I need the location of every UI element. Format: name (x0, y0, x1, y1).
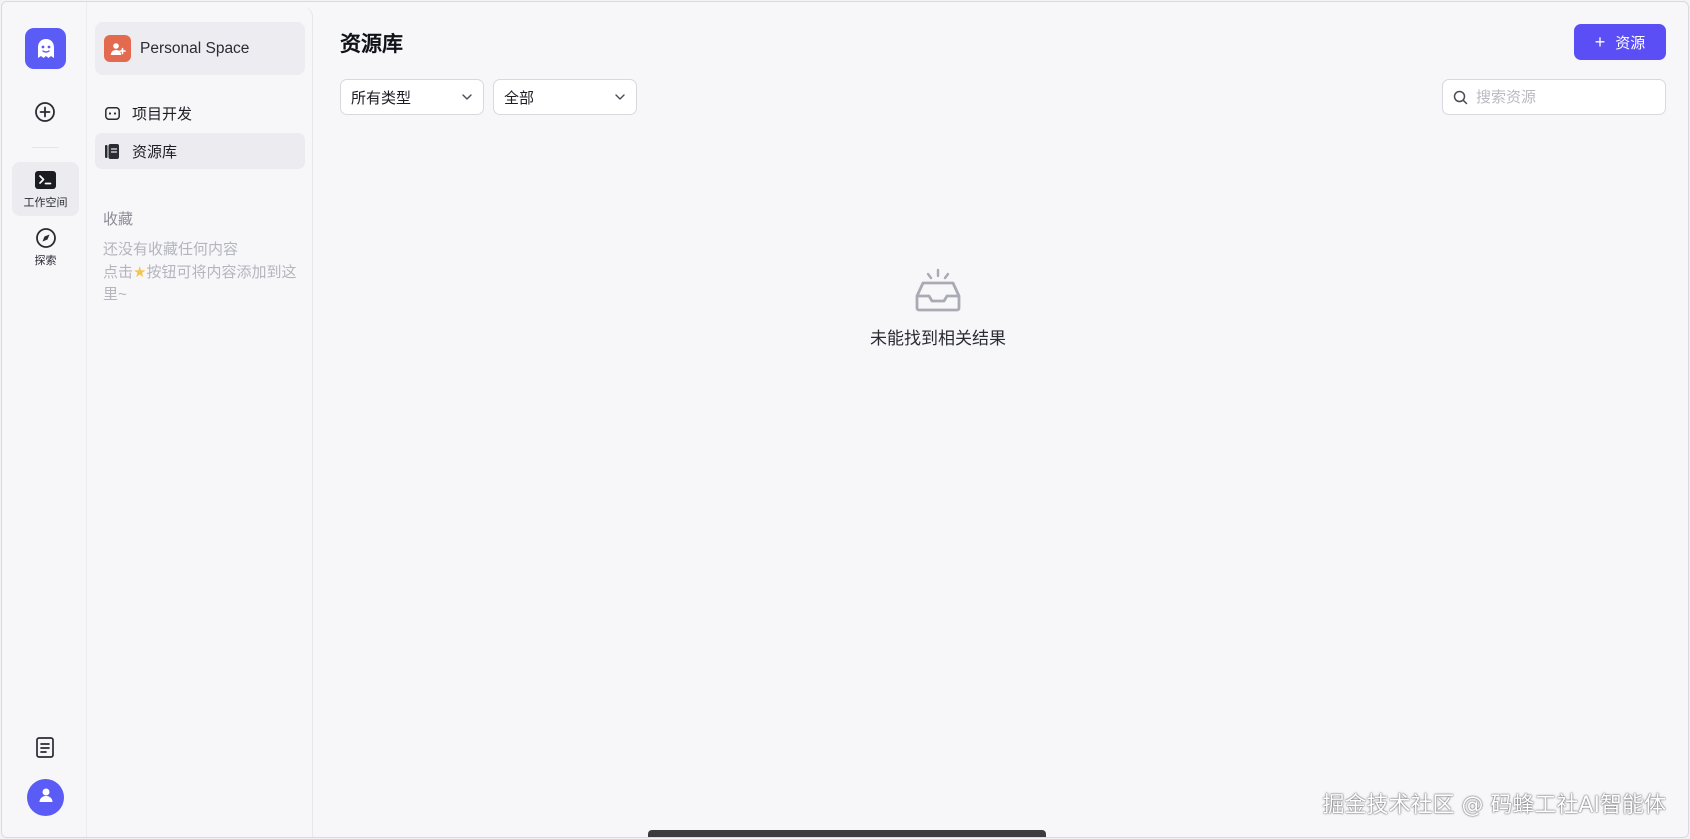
chevron-down-icon (615, 94, 625, 100)
nav-item-projects[interactable]: 项目开发 (95, 95, 305, 131)
empty-inbox-icon (915, 268, 961, 312)
space-switcher[interactable]: Personal Space (95, 22, 305, 75)
favorites-title: 收藏 (103, 211, 134, 228)
plus-circle-icon[interactable] (32, 99, 58, 125)
team-icon (104, 35, 131, 62)
scope-filter-value: 全部 (504, 89, 535, 107)
document-icon[interactable] (33, 735, 57, 759)
main-content: 资源库 + 资源 所有类型 全部 搜索资源 未能找到相关结果 (313, 2, 1688, 837)
type-filter-value: 所有类型 (351, 89, 412, 107)
space-name: Personal Space (140, 39, 250, 57)
favorites-empty-line1: 还没有收藏任何内容 (103, 241, 239, 258)
bot-icon (104, 105, 120, 121)
favorites-empty-message: 还没有收藏任何内容 点击★按钮可将内容添加到这里~ (103, 239, 303, 307)
ghost-logo-icon[interactable] (25, 28, 66, 69)
star-icon: ★ (133, 263, 147, 281)
scope-filter-select[interactable]: 全部 (493, 79, 637, 115)
search-input[interactable] (1476, 88, 1656, 106)
icon-rail: 工作空间 探索 (2, 2, 87, 837)
empty-state-text: 未能找到相关结果 (870, 329, 1006, 348)
app-window: 工作空间 探索 Personal Space 项目开发 资源库 收藏 还没有收藏… (1, 1, 1689, 838)
watermark: 掘金技术社区 @ 码蜂工社AI智能体 (1322, 793, 1666, 818)
page-title: 资源库 (340, 33, 403, 56)
favorites-empty-line2a: 点击 (103, 263, 134, 281)
terminal-icon (35, 169, 57, 191)
add-resource-label: 资源 (1615, 34, 1646, 52)
plus-icon: + (1594, 32, 1606, 52)
add-resource-button[interactable]: + 资源 (1574, 24, 1666, 60)
rail-item-label: 探索 (34, 254, 57, 267)
rail-divider (32, 147, 58, 148)
workspace-sidebar: Personal Space 项目开发 资源库 收藏 还没有收藏任何内容 点击★… (87, 7, 313, 837)
rail-item-workspace[interactable]: 工作空间 (12, 162, 79, 216)
scroll-indicator (648, 830, 1046, 837)
library-icon (104, 143, 120, 159)
rail-item-explore[interactable]: 探索 (12, 220, 79, 274)
search-box[interactable] (1442, 79, 1666, 115)
chevron-down-icon (462, 94, 472, 100)
compass-icon (35, 227, 57, 249)
empty-state: 未能找到相关结果 (858, 268, 1018, 349)
nav-item-label: 资源库 (132, 143, 178, 161)
nav-item-label: 项目开发 (132, 105, 193, 123)
type-filter-select[interactable]: 所有类型 (340, 79, 484, 115)
nav-item-library[interactable]: 资源库 (95, 133, 305, 169)
user-icon (37, 786, 55, 809)
user-avatar[interactable] (27, 779, 64, 816)
search-icon (1453, 90, 1468, 104)
rail-item-label: 工作空间 (23, 196, 68, 209)
